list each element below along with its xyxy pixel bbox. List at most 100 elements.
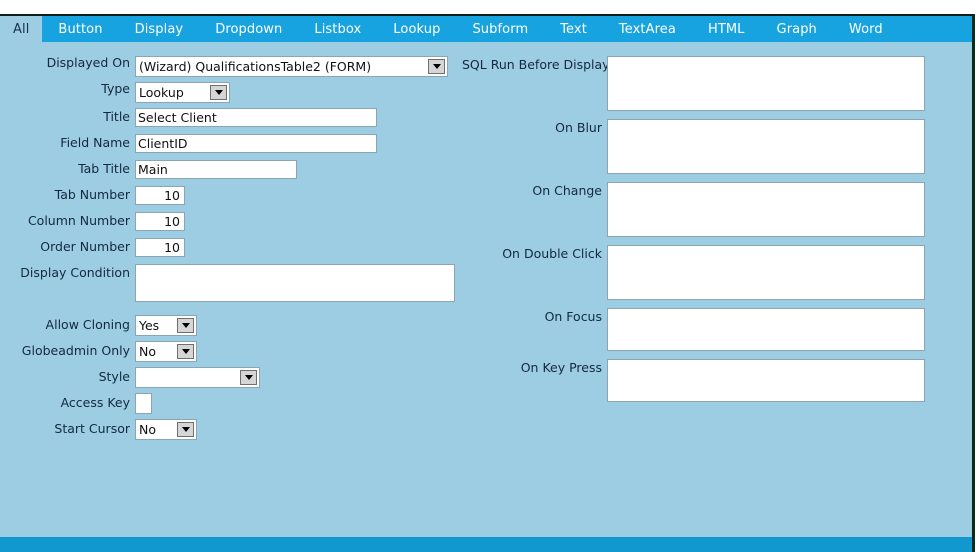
field-row-order-number: Order Number 10: [0, 238, 462, 257]
label-on-double-click: On Double Click: [502, 246, 602, 261]
right-form-column: SQL Run Before Display On Blur On Change…: [462, 42, 962, 410]
label-on-key-press: On Key Press: [520, 360, 602, 375]
globeadmin-only-value: No: [139, 344, 156, 359]
label-tab-number: Tab Number: [54, 187, 130, 202]
label-title: Title: [103, 109, 130, 124]
tab-graph[interactable]: Graph: [761, 16, 833, 42]
column-number-input[interactable]: 10: [135, 212, 185, 231]
tab-dropdown[interactable]: Dropdown: [199, 16, 298, 42]
chevron-down-icon[interactable]: [177, 344, 194, 359]
start-cursor-value: No: [139, 422, 156, 437]
tab-lookup-label: Lookup: [393, 21, 441, 37]
label-style: Style: [98, 369, 130, 384]
label-sql-run-before-display: SQL Run Before Display: [462, 57, 610, 72]
tab-display-label: Display: [134, 21, 184, 37]
order-number-input[interactable]: 10: [135, 238, 185, 257]
field-row-allow-cloning: Allow Cloning Yes: [0, 315, 462, 336]
label-on-blur: On Blur: [555, 120, 602, 135]
tab-text-label: Text: [560, 21, 587, 37]
chevron-down-icon[interactable]: [240, 370, 257, 385]
tab-button-label: Button: [58, 21, 103, 37]
field-row-type: Type Lookup: [0, 82, 462, 103]
field-row-start-cursor: Start Cursor No: [0, 419, 462, 440]
displayed-on-value: (Wizard) QualificationsTable2 (FORM): [139, 59, 372, 74]
field-row-displayed-on: Displayed On (Wizard) QualificationsTabl…: [0, 56, 462, 77]
field-row-tab-number: Tab Number 10: [0, 186, 462, 205]
on-double-click-textarea[interactable]: [607, 245, 925, 300]
field-row-display-condition: Display Condition: [0, 264, 462, 302]
field-row-title: Title Select Client: [0, 108, 462, 127]
chevron-down-icon[interactable]: [177, 318, 194, 333]
tab-listbox-label: Listbox: [314, 21, 362, 37]
tab-word-label: Word: [848, 21, 883, 37]
globeadmin-only-dropdown[interactable]: No: [135, 341, 197, 362]
on-change-textarea[interactable]: [607, 182, 925, 237]
on-focus-textarea[interactable]: [607, 308, 925, 351]
on-blur-textarea[interactable]: [607, 119, 925, 174]
field-row-on-key-press: On Key Press: [462, 359, 962, 402]
tab-subform-label: Subform: [472, 21, 529, 37]
field-row-on-double-click: On Double Click: [462, 245, 962, 300]
type-dropdown[interactable]: Lookup: [135, 82, 230, 103]
field-row-on-focus: On Focus: [462, 308, 962, 351]
label-displayed-on: Displayed On: [46, 55, 130, 70]
chevron-down-icon[interactable]: [210, 85, 227, 100]
allow-cloning-dropdown[interactable]: Yes: [135, 315, 197, 336]
tab-lookup[interactable]: Lookup: [377, 16, 456, 42]
sql-run-before-display-textarea[interactable]: [607, 56, 925, 111]
field-row-field-name: Field Name ClientID: [0, 134, 462, 153]
start-cursor-dropdown[interactable]: No: [135, 419, 197, 440]
tab-text[interactable]: Text: [544, 16, 603, 42]
tab-textarea-label: TextArea: [618, 21, 676, 37]
allow-cloning-value: Yes: [139, 318, 160, 333]
tab-button[interactable]: Button: [42, 16, 118, 42]
field-name-input[interactable]: ClientID: [135, 134, 377, 153]
style-value: [136, 368, 240, 387]
label-field-name: Field Name: [60, 135, 130, 150]
tab-bar: All Button Display Dropdown Listbox Look…: [0, 16, 972, 42]
label-globeadmin-only: Globeadmin Only: [21, 343, 130, 358]
field-row-on-change: On Change: [462, 182, 962, 237]
display-condition-textarea[interactable]: [135, 264, 455, 302]
label-start-cursor: Start Cursor: [54, 421, 130, 436]
bottom-status-bar: [0, 537, 972, 552]
type-value: Lookup: [139, 85, 184, 100]
label-allow-cloning: Allow Cloning: [45, 317, 130, 332]
tab-dropdown-label: Dropdown: [215, 21, 283, 37]
label-access-key: Access Key: [60, 395, 130, 410]
style-dropdown[interactable]: [135, 367, 260, 388]
label-tab-title: Tab Title: [78, 161, 130, 176]
tab-word[interactable]: Word: [833, 16, 899, 42]
label-type: Type: [101, 81, 130, 96]
top-white-strip: [0, 0, 975, 14]
field-row-style: Style: [0, 367, 462, 388]
tab-display[interactable]: Display: [119, 16, 200, 42]
access-key-input[interactable]: [135, 393, 152, 414]
displayed-on-dropdown[interactable]: (Wizard) QualificationsTable2 (FORM): [135, 56, 448, 77]
on-key-press-textarea[interactable]: [607, 359, 925, 402]
label-display-condition: Display Condition: [20, 265, 130, 280]
label-column-number: Column Number: [27, 213, 130, 228]
application-window: All Button Display Dropdown Listbox Look…: [0, 0, 975, 552]
tab-listbox[interactable]: Listbox: [298, 16, 377, 42]
tab-subform[interactable]: Subform: [456, 16, 544, 42]
field-row-tab-title: Tab Title Main: [0, 160, 462, 179]
field-row-access-key: Access Key: [0, 393, 462, 414]
tab-html[interactable]: HTML: [692, 16, 761, 42]
chevron-down-icon[interactable]: [428, 59, 445, 74]
field-row-on-blur: On Blur: [462, 119, 962, 174]
title-input[interactable]: Select Client: [135, 108, 377, 127]
tab-all[interactable]: All: [0, 16, 43, 42]
field-row-column-number: Column Number 10: [0, 212, 462, 231]
form-panel: Displayed On (Wizard) QualificationsTabl…: [0, 42, 972, 537]
left-form-column: Displayed On (Wizard) QualificationsTabl…: [0, 42, 462, 445]
tab-title-input[interactable]: Main: [135, 160, 297, 179]
label-on-change: On Change: [532, 183, 602, 198]
chevron-down-icon[interactable]: [177, 422, 194, 437]
tab-textarea[interactable]: TextArea: [603, 16, 692, 42]
label-on-focus: On Focus: [544, 309, 602, 324]
field-row-sql-run-before-display: SQL Run Before Display: [462, 56, 962, 111]
tab-all-label: All: [13, 21, 30, 37]
tab-number-input[interactable]: 10: [135, 186, 185, 205]
field-row-globeadmin-only: Globeadmin Only No: [0, 341, 462, 362]
